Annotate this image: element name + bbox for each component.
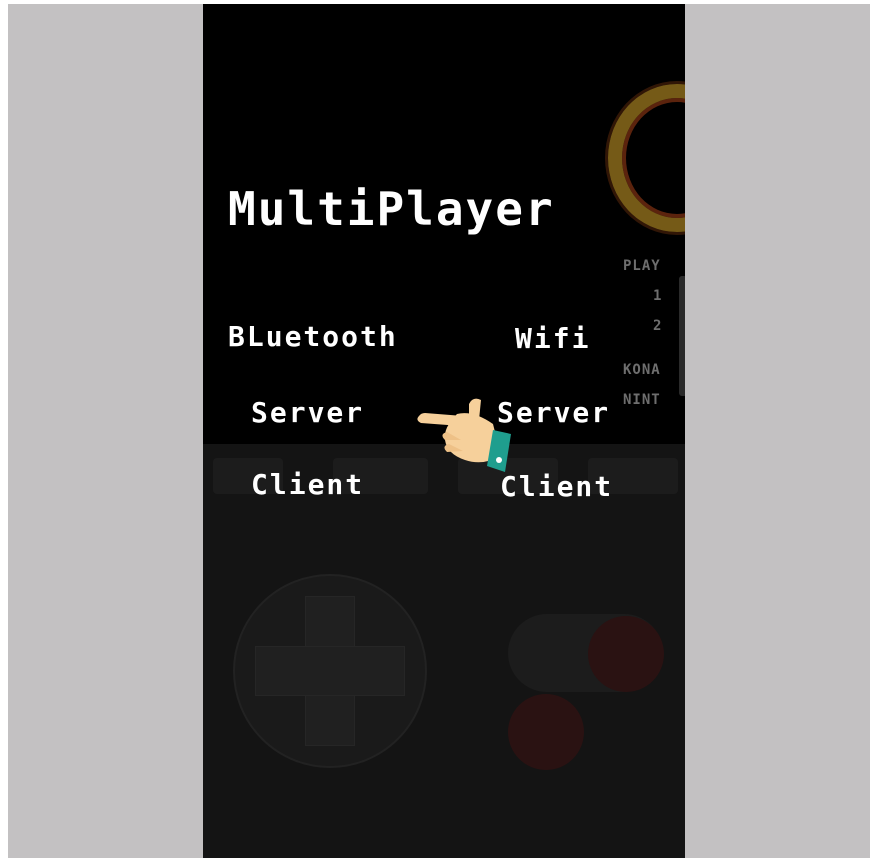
game-logo bbox=[608, 84, 685, 232]
bg-option-2: 2 bbox=[653, 318, 663, 334]
bg-publisher-1: KONA bbox=[623, 362, 661, 378]
dpad-horizontal bbox=[255, 646, 405, 696]
bg-option-1: 1 bbox=[653, 288, 663, 304]
bluetooth-client-button[interactable]: Client bbox=[251, 468, 364, 501]
bg-player-label: PLAY bbox=[623, 258, 661, 274]
side-drawer-handle[interactable] bbox=[679, 276, 685, 396]
bluetooth-header: BLuetooth bbox=[228, 320, 398, 353]
menu-title: MultiPlayer bbox=[228, 182, 555, 236]
dpad-icon bbox=[233, 574, 427, 768]
bluetooth-server-button[interactable]: Server bbox=[251, 396, 364, 429]
phone-screen: PLAY 1 2 KONA NINT MultiPlayer BLuetooth… bbox=[203, 4, 685, 858]
wifi-header: Wifi bbox=[515, 322, 591, 355]
b-button bbox=[508, 694, 584, 770]
a-button bbox=[588, 616, 664, 692]
pointing-hand-icon bbox=[417, 398, 511, 472]
bg-publisher-2: NINT bbox=[623, 392, 661, 408]
